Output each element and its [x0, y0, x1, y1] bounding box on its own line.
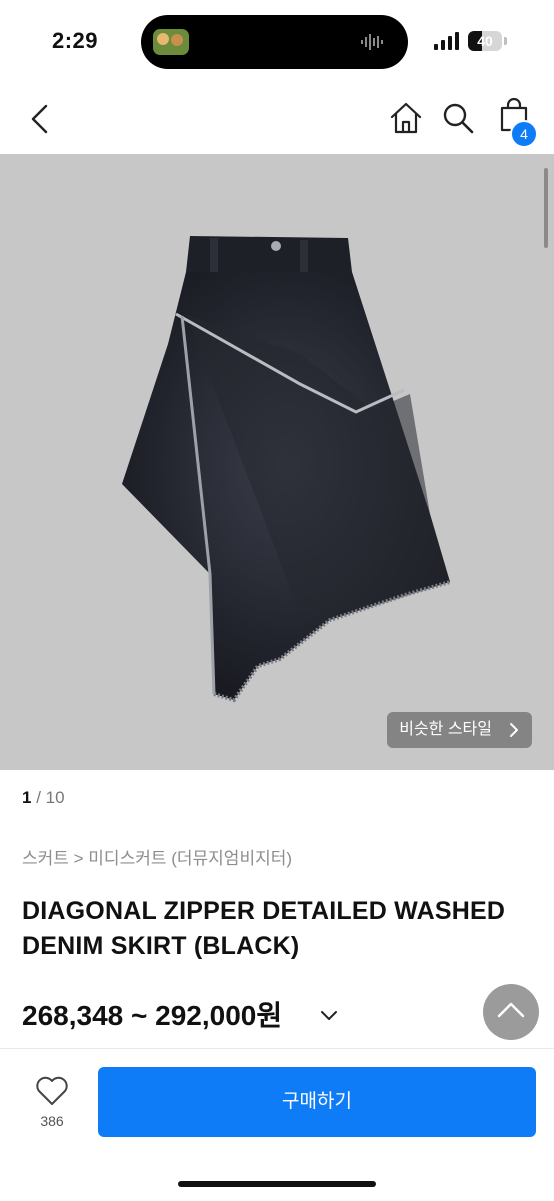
back-button[interactable] — [24, 102, 58, 136]
similar-style-button[interactable]: 비슷한 스타일 — [387, 712, 532, 748]
home-button[interactable] — [388, 100, 424, 136]
cart-count-badge: 4 — [510, 120, 538, 148]
status-time: 2:29 — [52, 28, 99, 53]
top-nav: 4 — [0, 84, 554, 154]
search-icon — [443, 103, 474, 134]
buy-button[interactable]: 구매하기 — [98, 1067, 536, 1137]
dynamic-island — [141, 15, 408, 69]
battery-level: 40 — [477, 33, 493, 49]
cart-button[interactable]: 4 — [494, 98, 538, 148]
heart-icon — [36, 1076, 68, 1105]
chevron-left-icon — [31, 104, 48, 134]
product-title: DIAGONAL ZIPPER DETAILED WASHED DENIM SK… — [22, 897, 506, 960]
bottom-action-bar: 386 구매하기 — [0, 1048, 554, 1201]
scroll-to-top-button[interactable] — [483, 984, 539, 1040]
image-counter-total: / 10 — [31, 788, 65, 807]
home-indicator — [178, 1181, 376, 1187]
like-count: 386 — [40, 1113, 64, 1129]
signal-icon — [434, 32, 459, 50]
home-icon — [390, 102, 422, 134]
breadcrumb[interactable]: 스커트 > 미디스커트 (더뮤지엄비지터) — [22, 844, 292, 869]
product-price: 268,348 ~ 292,000원 — [22, 1000, 283, 1031]
image-counter: 1 / 10 — [22, 788, 65, 808]
like-button[interactable]: 386 — [30, 1075, 74, 1135]
similar-style-label: 비슷한 스타일 — [399, 721, 492, 738]
denim-skirt-image — [122, 236, 451, 703]
chevron-right-icon — [510, 723, 518, 737]
product-image[interactable]: 비슷한 스타일 — [0, 154, 554, 770]
chevron-down-icon — [321, 1011, 337, 1020]
now-playing-thumbnail — [153, 29, 189, 55]
status-bar: 2:29 40 — [0, 0, 554, 84]
search-button[interactable] — [440, 100, 476, 136]
image-scrollbar — [544, 168, 548, 248]
chevron-up-icon — [497, 1002, 525, 1018]
price-expand-button[interactable] — [318, 1004, 340, 1026]
battery-tip — [504, 37, 507, 45]
battery-icon: 40 — [468, 31, 502, 51]
audio-wave-icon — [361, 34, 383, 50]
